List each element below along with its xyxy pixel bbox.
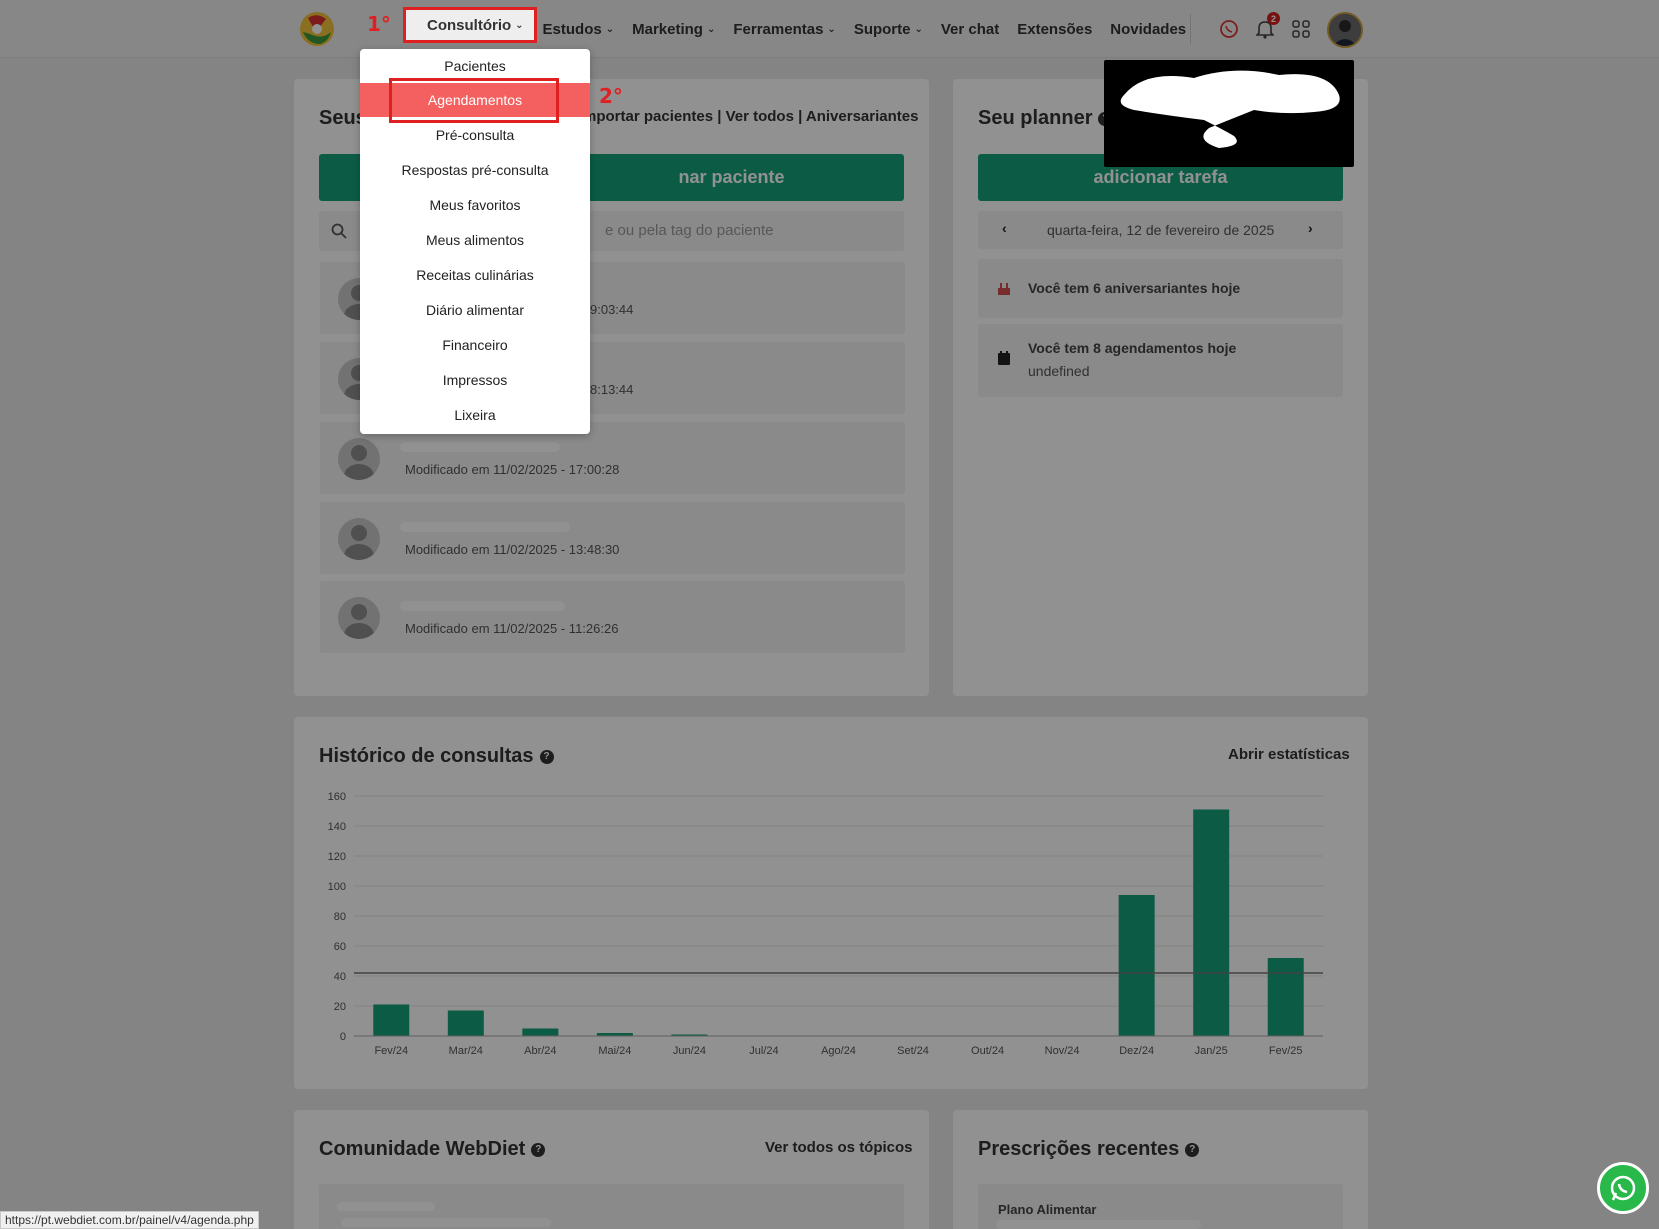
- menu-item-lixeira[interactable]: Lixeira: [360, 398, 590, 432]
- step2-label: 2°: [599, 84, 623, 108]
- step2-highlight: [389, 78, 559, 123]
- step1-label: 1°: [367, 12, 391, 36]
- menu-item-diario-alimentar[interactable]: Diário alimentar: [360, 293, 590, 327]
- menu-item-receitas-culinarias[interactable]: Receitas culinárias: [360, 258, 590, 292]
- status-bar-url: https://pt.webdiet.com.br/painel/v4/agen…: [0, 1211, 259, 1229]
- modal-backdrop[interactable]: [0, 0, 1659, 1229]
- menu-item-pre-consulta[interactable]: Pré-consulta: [360, 118, 590, 152]
- menu-item-financeiro[interactable]: Financeiro: [360, 328, 590, 362]
- menu-item-meus-favoritos[interactable]: Meus favoritos: [360, 188, 590, 222]
- menu-item-meus-alimentos[interactable]: Meus alimentos: [360, 223, 590, 257]
- menu-item-impressos[interactable]: Impressos: [360, 363, 590, 397]
- redacted-tooltip: [1104, 60, 1354, 167]
- menu-item-respostas-pre-consulta[interactable]: Respostas pré-consulta: [360, 153, 590, 187]
- step1-highlight: [403, 7, 537, 43]
- whatsapp-float-icon[interactable]: [1597, 1162, 1649, 1214]
